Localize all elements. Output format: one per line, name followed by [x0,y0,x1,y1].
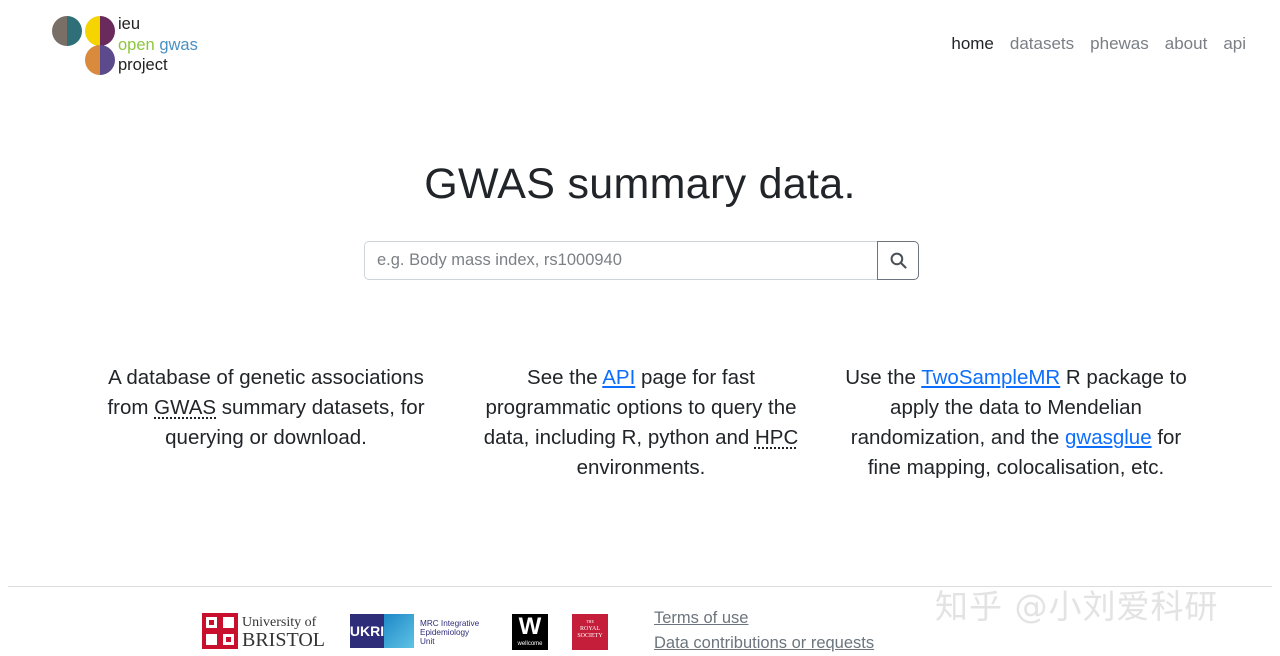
bristol-logo[interactable]: University of BRISTOL [202,613,328,651]
mrc-ieu-text: MRC Integrative Epidemiology Unit [420,619,479,646]
nav-home[interactable]: home [951,34,994,54]
royal-line1: THE [586,619,594,624]
mrc-line3: Unit [420,637,435,646]
intro-api-text-1: See the [527,366,603,389]
api-link[interactable]: API [602,366,635,389]
nav-datasets[interactable]: datasets [1010,34,1074,54]
logo-text-ieu: ieu [118,15,141,33]
logo-piece-yellow [85,16,115,46]
page-title: GWAS summary data. [424,160,856,208]
wellcome-logo[interactable]: W wellcome [512,614,548,650]
wellcome-sub: wellcome [517,641,543,647]
mrc-line1: MRC Integrative [420,619,480,628]
intro-tools-text-1: Use the [845,366,922,389]
nav-api[interactable]: api [1223,34,1246,54]
mrc-line2: Epidemiology [420,628,470,637]
hpc-abbr: HPC [754,426,799,449]
logo-piece-orange [85,45,115,75]
site-logo[interactable]: ieu open gwas project [52,14,252,76]
main-nav: home datasets phewas about api [951,34,1246,54]
data-contributions-link[interactable]: Data contributions or requests [654,631,874,656]
intro-api-text-3: environments. [576,456,706,479]
ukri-stripe [384,614,414,648]
royal-line2: ROYAL [579,626,600,632]
mrc-ieu-logo[interactable]: UKRI MRC Integrative Epidemiology Unit [350,614,490,650]
watermark: 知乎 @小刘爱科研 [935,587,1219,626]
search-input[interactable] [364,241,877,280]
search-button[interactable] [877,241,919,280]
logo-text-open-gwas: open gwas [118,35,198,55]
royal-society-logo[interactable]: THE ROYAL SOCIETY [572,614,608,650]
intro-database: A database of genetic associations from … [91,363,441,453]
logo-piece-grey [52,16,82,46]
intro-api: See the API page for fast programmatic o… [466,363,816,483]
intro-tools: Use the TwoSampleMR R package to apply t… [841,363,1191,483]
bristol-line2: BRISTOL [242,629,325,651]
logo-text-open: open [118,36,155,54]
terms-link[interactable]: Terms of use [654,606,874,631]
gwas-abbr: GWAS [154,396,217,419]
footer-links: Terms of use Data contributions or reque… [654,606,874,656]
bristol-line1: University of [242,615,317,630]
twosamplemr-link[interactable]: TwoSampleMR [921,366,1060,389]
logo-text-project: project [118,56,168,74]
wellcome-mark: W [518,613,542,640]
search-icon [890,252,907,269]
ukri-mark: UKRI [350,614,384,648]
search-form [364,241,919,280]
royal-line3: SOCIETY [577,633,603,639]
gwasglue-link[interactable]: gwasglue [1065,426,1152,449]
nav-about[interactable]: about [1165,34,1208,54]
nav-phewas[interactable]: phewas [1090,34,1149,54]
logo-text-gwas: gwas [159,36,198,54]
bristol-crest-icon [202,613,238,649]
